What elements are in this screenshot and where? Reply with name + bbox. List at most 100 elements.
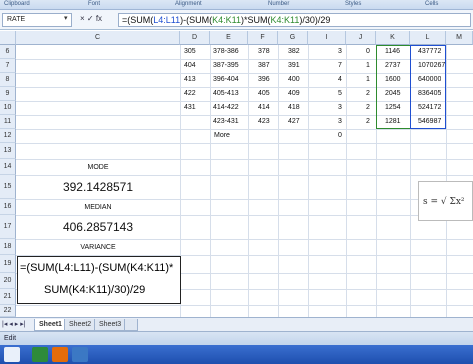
row-header-9[interactable]: 9 <box>0 87 16 101</box>
cell-j[interactable]: 2 <box>366 115 370 129</box>
tab-sheet2[interactable]: Sheet2 <box>64 319 97 331</box>
cell-d[interactable]: 422 <box>184 87 196 101</box>
ribbon-group-styles[interactable]: Styles <box>345 1 361 7</box>
row-header-19[interactable]: 19 <box>0 255 16 273</box>
cell-l[interactable]: 524172 <box>418 101 441 115</box>
row-header-21[interactable]: 21 <box>0 289 16 305</box>
cell-l[interactable]: 1070267 <box>418 59 445 73</box>
cell-f[interactable]: 414 <box>258 101 270 115</box>
cell-i[interactable]: 7 <box>338 59 342 73</box>
worksheet-grid[interactable]: C D E F G I J K L M 6 7 8 9 10 11 12 13 … <box>0 31 473 317</box>
cell-k[interactable]: 2045 <box>385 87 401 101</box>
cell-f[interactable]: 396 <box>258 73 270 87</box>
formula-action-buttons[interactable]: × ✓ fx <box>80 14 102 23</box>
column-header-e[interactable]: E <box>210 31 248 45</box>
cell-j[interactable]: 2 <box>366 87 370 101</box>
cell-d[interactable]: 431 <box>184 101 196 115</box>
ribbon-group-clipboard[interactable]: Clipboard <box>4 1 30 7</box>
column-header-d[interactable]: D <box>180 31 210 45</box>
cell-g[interactable]: 382 <box>288 45 300 59</box>
cell-d[interactable]: 305 <box>184 45 196 59</box>
cell-more-label[interactable]: More <box>214 129 230 143</box>
cell-k[interactable]: 1600 <box>385 73 401 87</box>
cell-e[interactable]: 405-413 <box>213 87 239 101</box>
row-header-14[interactable]: 14 <box>0 159 16 175</box>
cell-i[interactable]: 5 <box>338 87 342 101</box>
column-header-i[interactable]: I <box>308 31 346 45</box>
column-header-m[interactable]: M <box>446 31 473 45</box>
std-dev-formula-image[interactable]: s = √ Σx² <box>418 181 473 221</box>
cell-f[interactable]: 405 <box>258 87 270 101</box>
cell-g[interactable]: 409 <box>288 87 300 101</box>
row-header-17[interactable]: 17 <box>0 215 16 239</box>
cell-i[interactable]: 3 <box>338 45 342 59</box>
row-header-18[interactable]: 18 <box>0 239 16 255</box>
cell-g[interactable]: 391 <box>288 59 300 73</box>
row-header-15[interactable]: 15 <box>0 175 16 199</box>
cell-f[interactable]: 423 <box>258 115 270 129</box>
cell-f[interactable]: 378 <box>258 45 270 59</box>
new-sheet-icon[interactable] <box>124 319 138 331</box>
row-header-6[interactable]: 6 <box>0 45 16 59</box>
cell-g[interactable]: 427 <box>288 115 300 129</box>
cell-e[interactable]: 414-422 <box>213 101 239 115</box>
row-header-10[interactable]: 10 <box>0 101 16 115</box>
tab-sheet1[interactable]: Sheet1 <box>34 319 67 331</box>
cell-d[interactable]: 413 <box>184 73 196 87</box>
cell-g[interactable]: 418 <box>288 101 300 115</box>
column-header-k[interactable]: K <box>376 31 410 45</box>
column-header-g[interactable]: G <box>278 31 308 45</box>
app-icon[interactable] <box>72 347 88 362</box>
cell-k[interactable]: 1281 <box>385 115 401 129</box>
column-header-c[interactable]: C <box>16 31 180 45</box>
cell-i[interactable]: 3 <box>338 115 342 129</box>
row-header-12[interactable]: 12 <box>0 129 16 143</box>
median-label[interactable]: MEDIAN <box>16 201 180 215</box>
column-header-l[interactable]: L <box>410 31 446 45</box>
row-header-8[interactable]: 8 <box>0 73 16 87</box>
variance-label[interactable]: VARIANCE <box>16 241 180 255</box>
tab-sheet3[interactable]: Sheet3 <box>94 319 127 331</box>
cell-l[interactable]: 836405 <box>418 87 441 101</box>
cell-k[interactable]: 1146 <box>385 45 400 59</box>
cell-j[interactable]: 2 <box>366 101 370 115</box>
column-header-f[interactable]: F <box>248 31 278 45</box>
excel-app-icon[interactable] <box>32 347 48 362</box>
cell-e[interactable]: 396-404 <box>213 73 239 87</box>
sheet-nav-arrows-icon[interactable]: |◂ ◂ ▸ ▸| <box>2 320 26 328</box>
chevron-down-icon[interactable]: ▾ <box>64 14 68 22</box>
cell-j[interactable]: 1 <box>366 59 370 73</box>
start-orb-icon[interactable] <box>4 347 20 362</box>
row-header-16[interactable]: 16 <box>0 199 16 215</box>
cell-more-count[interactable]: 0 <box>338 129 342 143</box>
cell-l[interactable]: 437772 <box>418 45 441 59</box>
ribbon-group-alignment[interactable]: Alignment <box>175 1 202 7</box>
cell-k[interactable]: 2737 <box>385 59 401 73</box>
select-all-corner[interactable] <box>0 31 16 45</box>
cell-k[interactable]: 1254 <box>385 101 401 115</box>
row-header-22[interactable]: 22 <box>0 305 16 317</box>
cell-d[interactable]: 404 <box>184 59 196 73</box>
cell-f[interactable]: 387 <box>258 59 270 73</box>
formula-input[interactable]: =(SUM(L4:L11)-(SUM(K4:K11)*SUM(K4:K11)/3… <box>118 13 471 27</box>
ribbon-group-number[interactable]: Number <box>268 1 289 7</box>
ribbon-group-cells[interactable]: Cells <box>425 1 438 7</box>
cell-i[interactable]: 3 <box>338 101 342 115</box>
row-header-7[interactable]: 7 <box>0 59 16 73</box>
cell-e[interactable]: 378-386 <box>213 45 239 59</box>
row-header-13[interactable]: 13 <box>0 143 16 159</box>
mode-value[interactable]: 392.1428571 <box>16 178 180 196</box>
column-header-j[interactable]: J <box>346 31 376 45</box>
cell-g[interactable]: 400 <box>288 73 300 87</box>
app-icon[interactable] <box>52 347 68 362</box>
cell-e[interactable]: 423-431 <box>213 115 239 129</box>
mode-label[interactable]: MODE <box>16 161 180 175</box>
cell-j[interactable]: 1 <box>366 73 370 87</box>
cell-l[interactable]: 546987 <box>418 115 441 129</box>
row-header-20[interactable]: 20 <box>0 273 16 289</box>
cell-e[interactable]: 387-395 <box>213 59 239 73</box>
cell-i[interactable]: 4 <box>338 73 342 87</box>
row-header-11[interactable]: 11 <box>0 115 16 129</box>
variance-edit-cell[interactable]: =(SUM(L4:L11)-(SUM(K4:K11)* SUM(K4:K11)/… <box>17 256 181 304</box>
cell-l[interactable]: 640000 <box>418 73 441 87</box>
